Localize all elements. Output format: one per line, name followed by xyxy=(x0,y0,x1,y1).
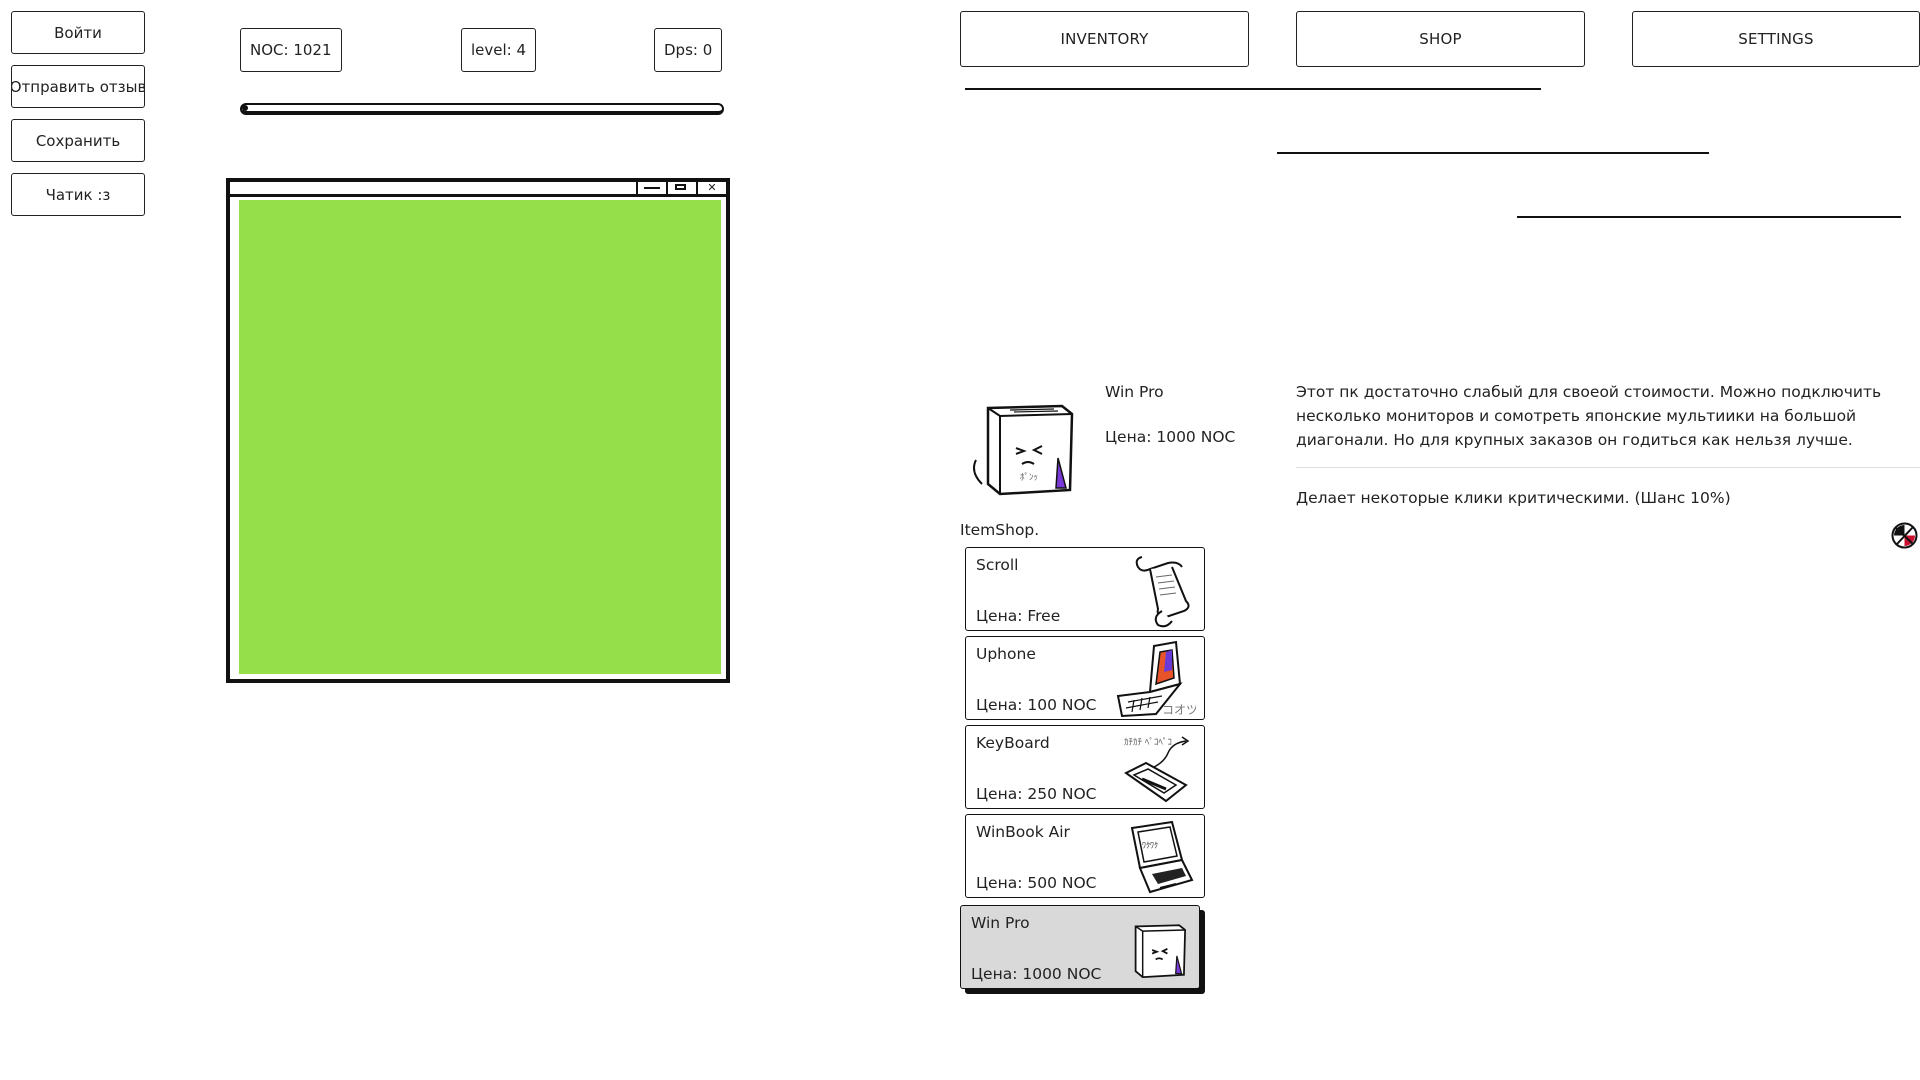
game-screen[interactable] xyxy=(239,200,721,674)
shop-item-price: Цена: 500 NOC xyxy=(976,874,1097,892)
dps-counter: Dps: 0 xyxy=(654,28,723,72)
item-shop-title: ItemShop. xyxy=(960,521,1040,539)
detail-divider xyxy=(1296,467,1920,468)
tab-inventory[interactable]: INVENTORY xyxy=(960,11,1249,67)
window-title-bar: ✕ xyxy=(230,182,726,197)
shop-item-price: Цена: Free xyxy=(976,607,1061,625)
close-icon[interactable]: ✕ xyxy=(696,182,726,194)
shop-item-winbook-air[interactable]: WinBook Air Цена: 500 NOC ﾜｸﾜｸ xyxy=(965,814,1205,898)
noc-counter: NOC: 1021 xyxy=(240,28,342,72)
shop-item-name: Uphone xyxy=(976,645,1036,663)
pc-case-icon xyxy=(1134,924,1187,979)
chat-button[interactable]: Чатик :з xyxy=(11,173,145,216)
divider-line xyxy=(965,88,1541,90)
crit-ball-icon xyxy=(1891,522,1918,549)
detail-effect: Делает некоторые клики критическими. (Ша… xyxy=(1296,489,1731,507)
detail-pc-case-icon: ﾎﾟﾝｯ xyxy=(970,398,1082,498)
divider-line xyxy=(1517,216,1901,218)
shop-item-name: KeyBoard xyxy=(976,734,1050,752)
shop-item-scroll[interactable]: Scroll Цена: Free xyxy=(965,547,1205,631)
login-button[interactable]: Войти xyxy=(11,11,145,54)
shop-item-name: Win Pro xyxy=(971,914,1030,932)
shop-item-price: Цена: 1000 NOC xyxy=(971,965,1102,983)
shop-item-price: Цена: 100 NOC xyxy=(976,696,1097,714)
shop-item-name: WinBook Air xyxy=(976,823,1070,841)
svg-text:ｶﾁｶﾁ ﾍﾟｺﾍﾟｺ: ｶﾁｶﾁ ﾍﾟｺﾍﾟｺ xyxy=(1124,737,1172,748)
detail-description: Этот пк достаточно слабый для своеой сто… xyxy=(1296,383,1882,449)
tab-settings[interactable]: SETTINGS xyxy=(1632,11,1920,67)
shop-item-name: Scroll xyxy=(976,556,1019,574)
minimize-icon[interactable] xyxy=(636,182,666,194)
shop-item-price: Цена: 250 NOC xyxy=(976,785,1097,803)
level-counter: level: 4 xyxy=(461,28,537,72)
shop-item-keyboard[interactable]: KeyBoard Цена: 250 NOC ｶﾁｶﾁ ﾍﾟｺﾍﾟｺ xyxy=(965,725,1205,809)
svg-text:ﾜｸﾜｸ: ﾜｸﾜｸ xyxy=(1142,841,1158,850)
divider-line xyxy=(1277,152,1709,154)
save-button[interactable]: Сохранить xyxy=(11,119,145,162)
maximize-icon[interactable] xyxy=(666,182,696,194)
keyboard-icon: ｶﾁｶﾁ ﾍﾟｺﾍﾟｺ xyxy=(1124,736,1190,803)
progress-fill xyxy=(242,105,248,111)
laptop-icon: ﾜｸﾜｸ xyxy=(1130,820,1194,894)
tab-shop[interactable]: SHOP xyxy=(1296,11,1585,67)
level-progress-bar xyxy=(240,103,724,115)
detail-item-name: Win Pro xyxy=(1105,383,1164,401)
scroll-icon xyxy=(1135,556,1190,628)
detail-item-price: Цена: 1000 NOC xyxy=(1105,428,1236,446)
shop-item-uphone[interactable]: Uphone Цена: 100 NOC コオツ xyxy=(965,636,1205,720)
shop-item-win-pro[interactable]: Win Pro Цена: 1000 NOC xyxy=(960,905,1200,989)
svg-text:コオツ: コオツ xyxy=(1162,703,1196,717)
game-window[interactable]: ✕ xyxy=(226,178,730,683)
phone-icon: コオツ xyxy=(1116,640,1196,718)
feedback-button[interactable]: Отправить отзыв xyxy=(11,65,145,108)
svg-text:ﾎﾟﾝｯ: ﾎﾟﾝｯ xyxy=(1020,472,1038,483)
